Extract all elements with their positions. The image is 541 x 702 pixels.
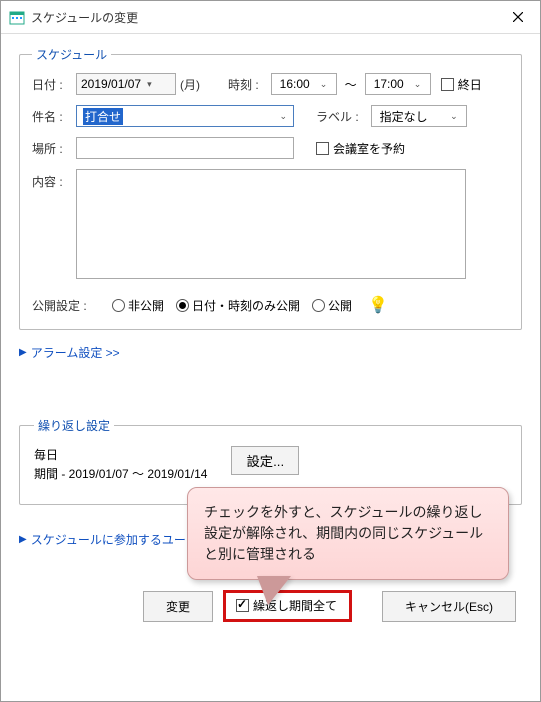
place-label: 場所 :: [32, 140, 76, 157]
time-from-select[interactable]: 16:00 ⌄: [271, 73, 337, 95]
lightbulb-icon[interactable]: 💡: [368, 295, 388, 315]
repeat-summary: 毎日 期間 - 2019/01/07 〜 2019/01/14: [34, 446, 207, 484]
visibility-datetime-radio[interactable]: [176, 299, 189, 312]
repeat-legend: 繰り返し設定: [34, 417, 114, 434]
schedule-legend: スケジュール: [32, 46, 111, 63]
allday-checkbox-label[interactable]: 終日: [441, 76, 482, 93]
time-label: 時刻 :: [228, 76, 259, 93]
titlebar: スケジュールの変更: [1, 1, 540, 34]
window-title: スケジュールの変更: [31, 9, 504, 26]
date-value: 2019/01/07: [81, 77, 141, 91]
dialog-window: スケジュールの変更 スケジュール 日付 : 2019/01/07 ▾ (月) 時…: [0, 0, 541, 702]
date-picker[interactable]: 2019/01/07 ▾: [76, 73, 176, 95]
time-from-value: 16:00: [280, 77, 310, 91]
memo-textarea[interactable]: [76, 169, 466, 279]
label-label: ラベル :: [316, 108, 359, 125]
triangle-right-icon: ▶: [19, 534, 27, 545]
subject-label: 件名 :: [32, 108, 76, 125]
meeting-room-checkbox-label[interactable]: 会議室を予約: [316, 140, 405, 157]
allday-text: 終日: [458, 76, 482, 93]
annotation-tooltip: チェックを外すと、スケジュールの繰り返し設定が解除され、期間内の同じスケジュール…: [187, 487, 509, 580]
close-button[interactable]: [504, 7, 532, 27]
visibility-label: 公開設定 :: [32, 297, 92, 314]
visibility-datetime-text: 日付・時刻のみ公開: [192, 297, 300, 314]
visibility-datetime-label[interactable]: 日付・時刻のみ公開: [176, 297, 300, 314]
visibility-private-text: 非公開: [128, 297, 164, 314]
label-select[interactable]: 指定なし ⌄: [371, 105, 467, 127]
visibility-public-label[interactable]: 公開: [312, 297, 352, 314]
visibility-private-radio[interactable]: [112, 299, 125, 312]
meeting-room-checkbox[interactable]: [316, 142, 329, 155]
day-of-week: (月): [180, 76, 200, 93]
triangle-right-icon: ▶: [19, 347, 27, 358]
chevron-down-icon: ⌄: [414, 79, 422, 90]
visibility-private-label[interactable]: 非公開: [112, 297, 164, 314]
visibility-public-text: 公開: [328, 297, 352, 314]
tooltip-text: チェックを外すと、スケジュールの繰り返し設定が解除され、期間内の同じスケジュール…: [204, 504, 483, 562]
alarm-link-text: アラーム設定 >>: [31, 344, 120, 361]
time-to-value: 17:00: [374, 77, 404, 91]
label-value: 指定なし: [380, 108, 428, 125]
subject-combo[interactable]: 打合せ ⌄: [76, 105, 294, 127]
participants-link-text: スケジュールに参加するユー: [31, 531, 186, 548]
visibility-public-radio[interactable]: [312, 299, 325, 312]
time-separator: 〜: [345, 76, 357, 93]
repeat-line2: 期間 - 2019/01/07 〜 2019/01/14: [34, 465, 207, 484]
tooltip-tail: [258, 577, 290, 605]
memo-label: 内容 :: [32, 173, 76, 190]
calendar-icon: [9, 9, 25, 25]
chevron-down-icon: ▾: [147, 79, 152, 90]
place-input[interactable]: [76, 137, 294, 159]
repeat-line1: 毎日: [34, 446, 207, 465]
cancel-button[interactable]: キャンセル(Esc): [382, 591, 516, 622]
repeat-settings-button[interactable]: 設定...: [231, 446, 299, 475]
change-button[interactable]: 変更: [143, 591, 213, 622]
chevron-down-icon: ⌄: [279, 111, 287, 122]
chevron-down-icon: ⌄: [320, 79, 328, 90]
subject-value: 打合せ: [83, 108, 123, 125]
meeting-room-text: 会議室を予約: [333, 140, 405, 157]
schedule-fieldset: スケジュール 日付 : 2019/01/07 ▾ (月) 時刻 : 16:00 …: [19, 46, 522, 330]
repeat-all-checkbox[interactable]: [236, 599, 249, 612]
alarm-settings-link[interactable]: ▶ アラーム設定 >>: [19, 344, 522, 361]
chevron-down-icon: ⌄: [450, 111, 458, 122]
date-label: 日付 :: [32, 76, 76, 93]
allday-checkbox[interactable]: [441, 78, 454, 91]
time-to-select[interactable]: 17:00 ⌄: [365, 73, 431, 95]
